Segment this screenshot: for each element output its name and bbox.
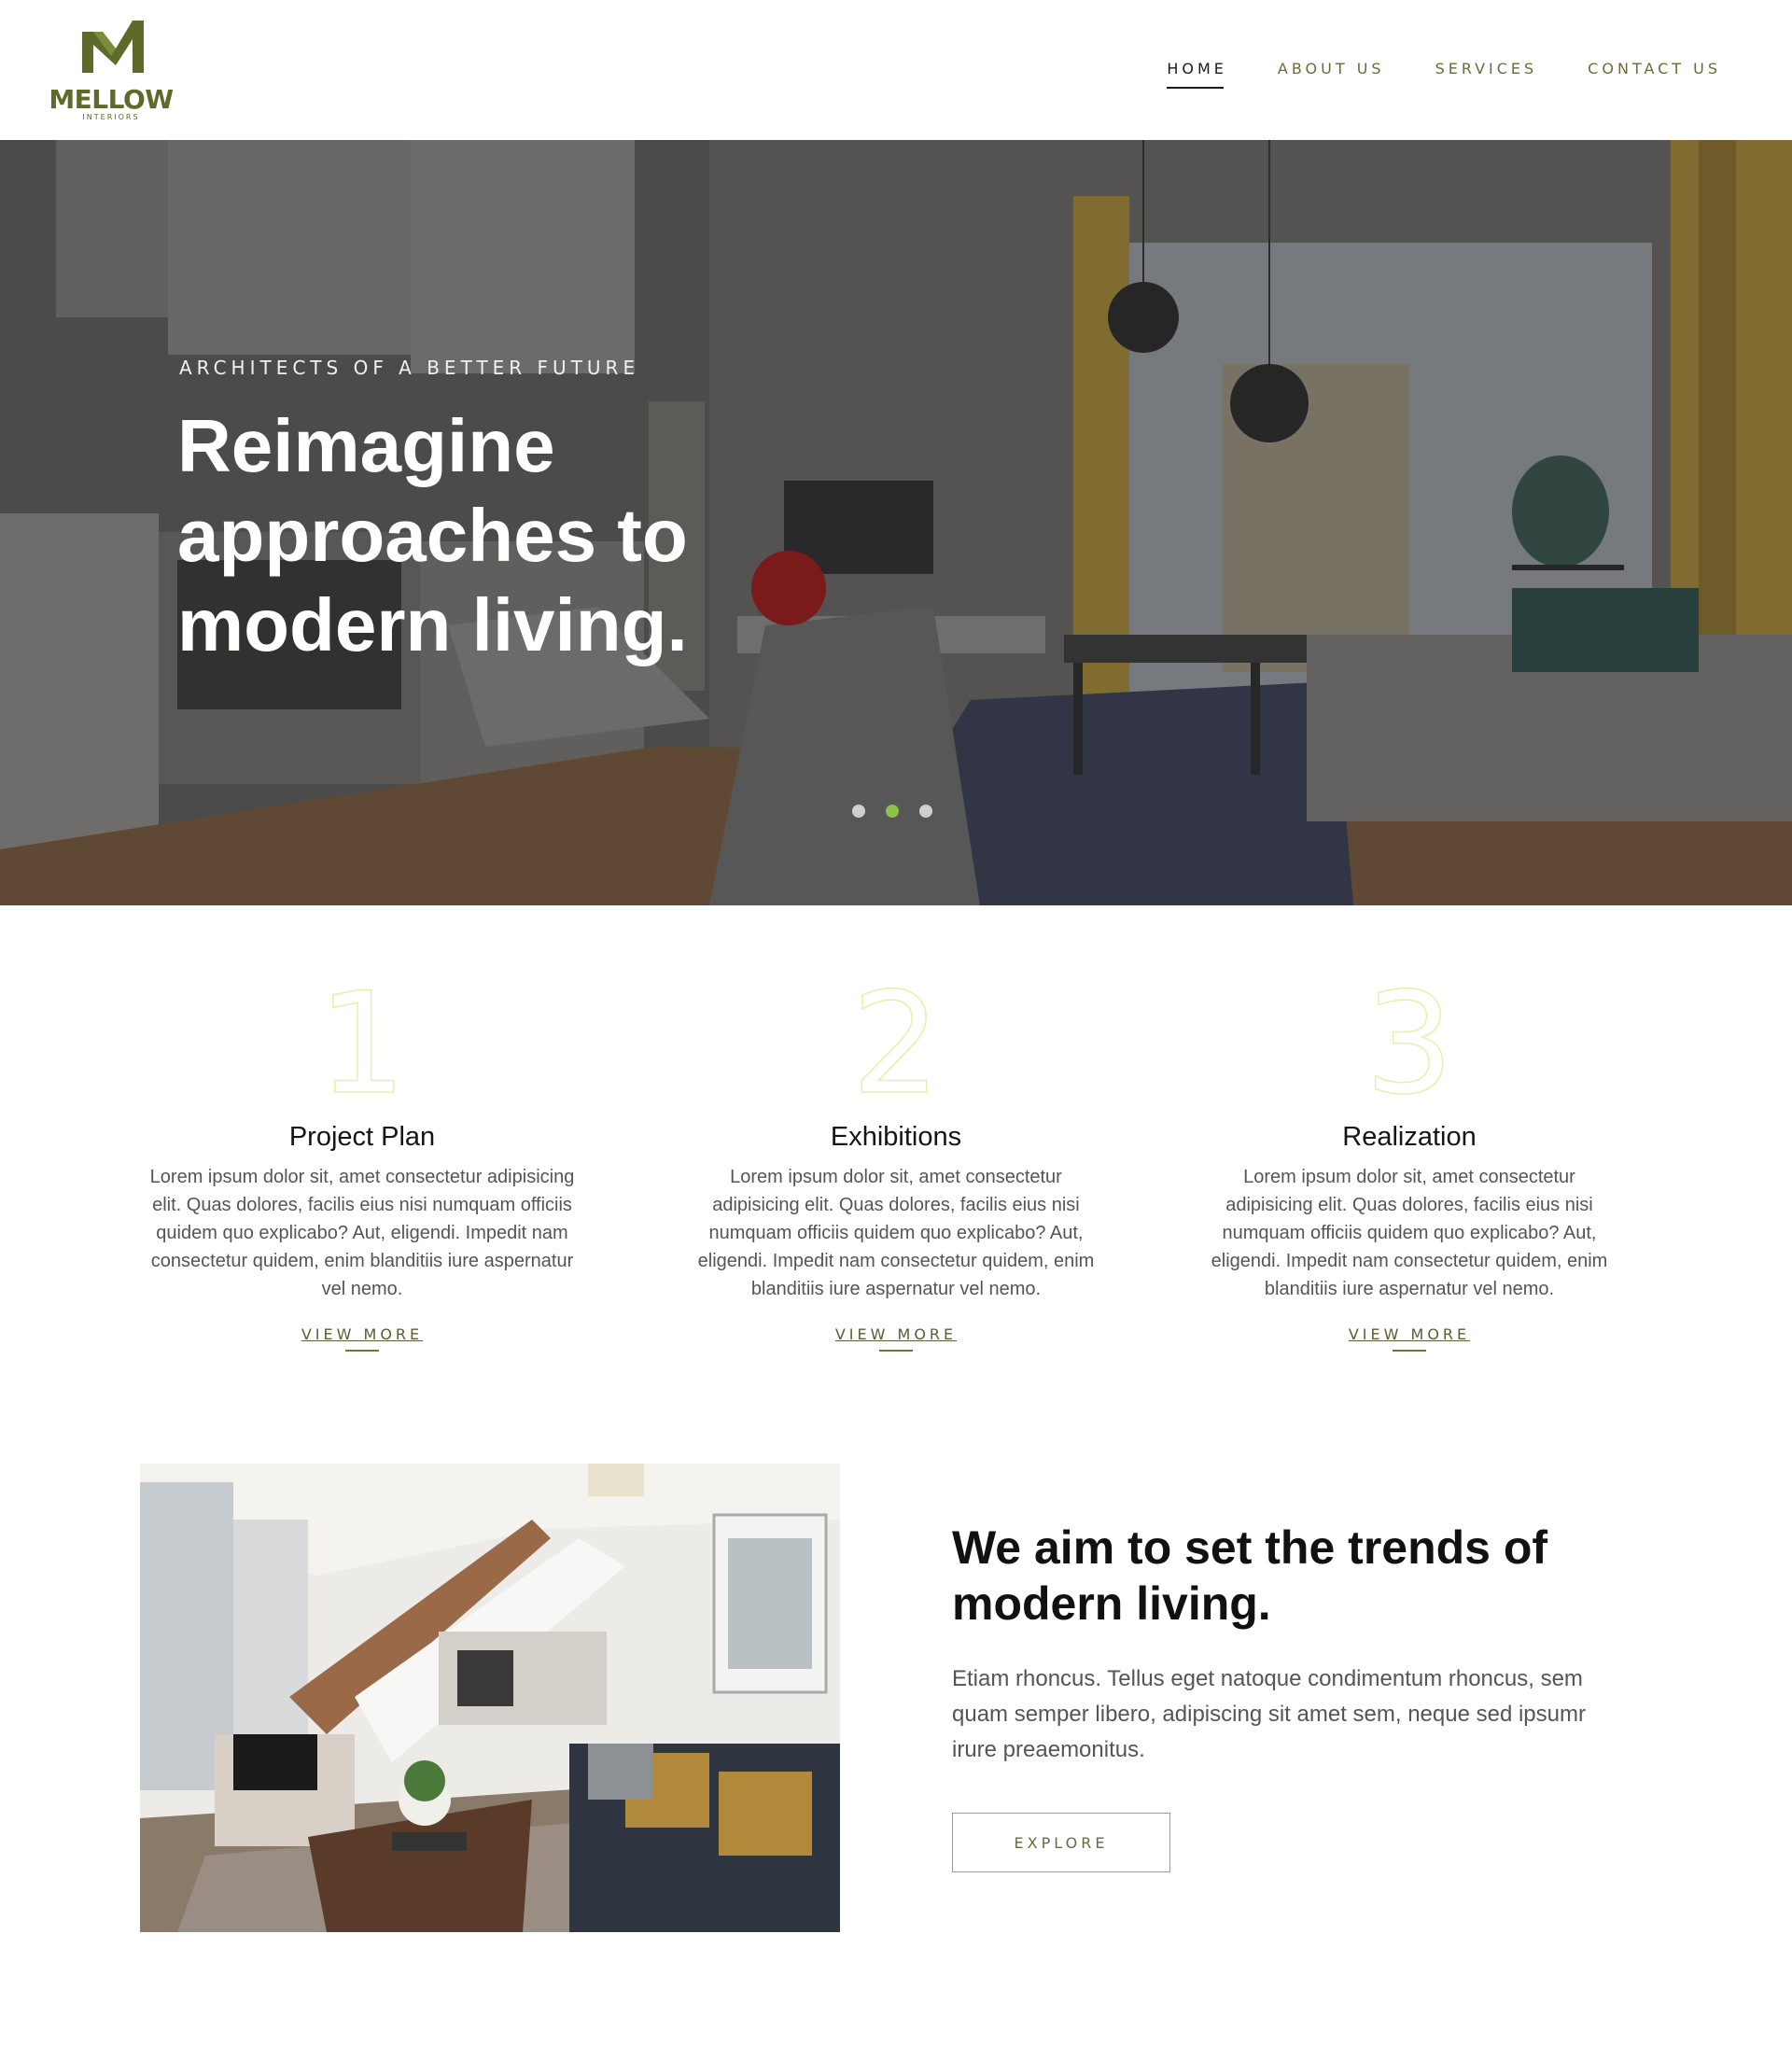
nav-about-us[interactable]: ABOUT US bbox=[1278, 60, 1385, 89]
hero-eyebrow: ARCHITECTS OF A BETTER FUTURE bbox=[179, 357, 640, 379]
nav-services[interactable]: SERVICES bbox=[1435, 60, 1538, 89]
feature-title: Realization bbox=[1342, 1122, 1477, 1152]
feature-text: Lorem ipsum dolor sit, amet consectetur … bbox=[1211, 1167, 1608, 1299]
feature-text: Lorem ipsum dolor sit, amet consectetur … bbox=[149, 1167, 575, 1299]
slider-dot-2[interactable] bbox=[886, 805, 899, 818]
main-nav: HOME ABOUT US SERVICES CONTACT US bbox=[1167, 60, 1721, 89]
explore-button[interactable]: EXPLORE bbox=[952, 1813, 1170, 1872]
about-text: Etiam rhoncus. Tellus eget natoque condi… bbox=[952, 1666, 1586, 1762]
features-section: 1 Project Plan Lorem ipsum dolor sit, am… bbox=[0, 905, 1792, 1428]
view-more-underline bbox=[1393, 1350, 1426, 1352]
feature-number: 3 bbox=[1365, 963, 1455, 1126]
nav-home[interactable]: HOME bbox=[1167, 60, 1227, 89]
brand-name: MELLOW bbox=[49, 84, 174, 115]
brand-tagline: INTERIORS bbox=[82, 113, 140, 121]
view-more-underline bbox=[345, 1350, 379, 1352]
nav-contact-us[interactable]: CONTACT US bbox=[1588, 60, 1721, 89]
mellow-m-mark bbox=[82, 21, 144, 73]
living-room-image bbox=[140, 1464, 840, 1932]
slider-dot-3[interactable] bbox=[919, 805, 932, 818]
site-header: MELLOW INTERIORS HOME ABOUT US SERVICES … bbox=[0, 0, 1792, 140]
slider-dot-1[interactable] bbox=[852, 805, 865, 818]
brand-logo[interactable]: MELLOW INTERIORS bbox=[47, 17, 187, 127]
feature-number: 1 bbox=[317, 963, 408, 1126]
feature-number: 2 bbox=[851, 963, 942, 1126]
view-more-link[interactable]: VIEW MORE bbox=[138, 1325, 586, 1343]
slider-dots bbox=[852, 805, 932, 818]
hero-title: Reimagine approaches to modern living. bbox=[177, 404, 688, 666]
view-more-link[interactable]: VIEW MORE bbox=[672, 1325, 1120, 1343]
hero-slider: ARCHITECTS OF A BETTER FUTURE Reimagine … bbox=[0, 140, 1792, 905]
feature-text: Lorem ipsum dolor sit, amet consectetur … bbox=[697, 1167, 1095, 1299]
feature-title: Exhibitions bbox=[830, 1122, 962, 1152]
feature-title: Project Plan bbox=[288, 1122, 436, 1152]
about-interior-photo bbox=[140, 1464, 840, 1932]
about-title: We aim to set the trends of modern livin… bbox=[952, 1521, 1548, 1630]
view-more-underline bbox=[879, 1350, 913, 1352]
view-more-link[interactable]: VIEW MORE bbox=[1185, 1325, 1633, 1343]
